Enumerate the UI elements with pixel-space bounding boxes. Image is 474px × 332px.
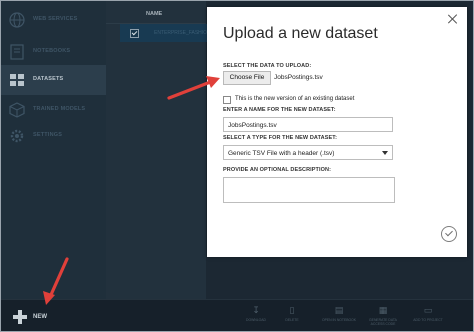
arrow-to-choose-file-icon <box>167 76 220 100</box>
arrow-to-new-button-icon <box>43 257 69 305</box>
annotation-arrows <box>43 76 220 305</box>
page-frame: WEB SERVICES NOTEBOOKS DATASETS TRAINED … <box>0 0 474 332</box>
